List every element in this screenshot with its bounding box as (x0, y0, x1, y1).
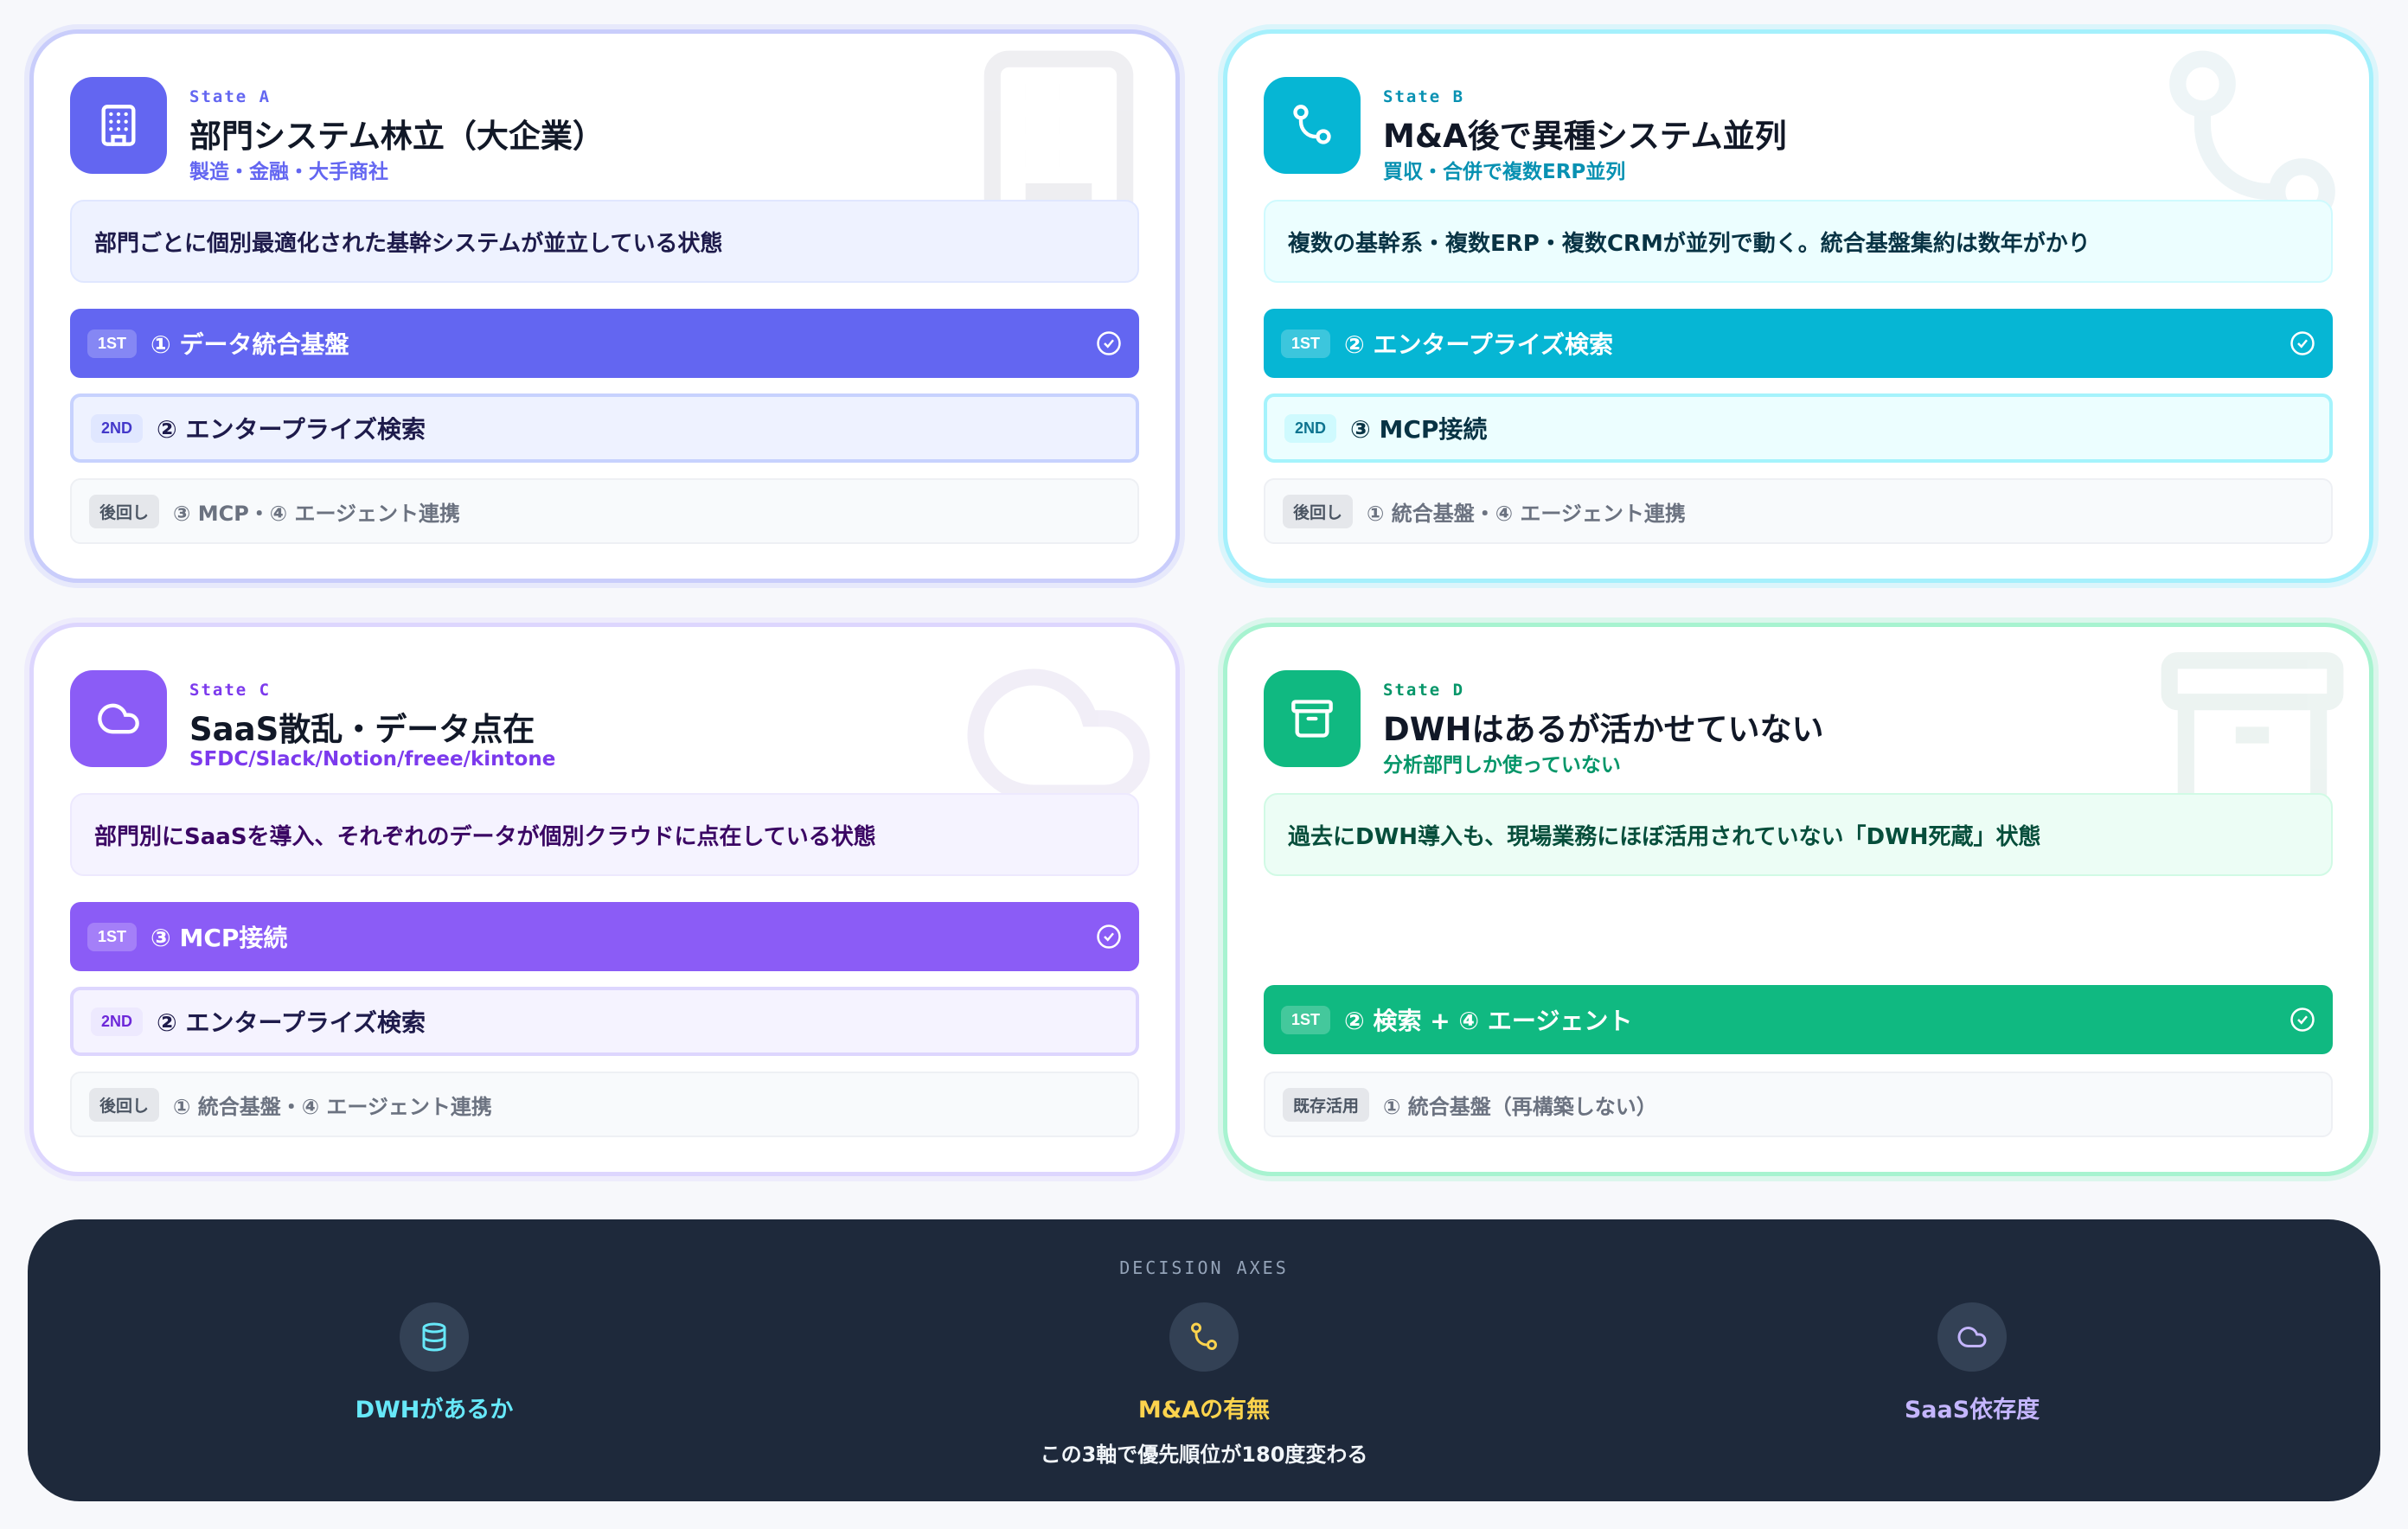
priority-label: ② 検索 + ④ エージェント (1344, 1007, 1633, 1035)
priority-badge: 2ND (91, 413, 144, 443)
priority-label: ① 統合基盤・④ エージェント連携 (173, 1094, 492, 1119)
priority-badge: 1ST (87, 329, 138, 358)
card-title: 部門システム林立（大企業） (189, 118, 605, 155)
card-description: 過去にDWH導入も、現場業務にほぼ活用されていない「DWH死蔵」状態 (1264, 793, 2333, 876)
priority-label: ② エンタープライズ検索 (157, 415, 426, 444)
axis-label: M&Aの有無 (1137, 1397, 1271, 1423)
card-subtitle: 買収・合併で複数ERP並列 (1383, 161, 1626, 183)
cloud-icon (70, 670, 167, 767)
priority-label: ③ MCP接続 (150, 924, 288, 952)
card-subtitle: SFDC/Slack/Notion/freee/kintone (189, 748, 556, 771)
priority-later-row[interactable]: 既存活用 ① 統合基盤（再構築しない） (1264, 1072, 2333, 1137)
priority-badge: 既存活用 (1283, 1087, 1370, 1122)
priority-first-row[interactable]: 1ST ② エンタープライズ検索 (1264, 309, 2333, 378)
priority-later-row[interactable]: 後回し ① 統合基盤・④ エージェント連携 (70, 1072, 1139, 1137)
check-circle-icon (1096, 330, 1122, 356)
state-d-card: State D DWHはあるが活かせていない 分析部門しか使っていない 過去にD… (1223, 623, 2373, 1176)
priority-second-row[interactable]: 2ND ③ MCP接続 (1264, 393, 2333, 463)
state-label: State A (189, 87, 272, 106)
priority-label: ① データ統合基盤 (150, 330, 349, 359)
priority-later-row[interactable]: 後回し ③ MCP・④ エージェント連携 (70, 478, 1139, 544)
state-label: State D (1383, 681, 1465, 700)
axis-ma: M&Aの有無 (1031, 1302, 1377, 1424)
building-icon (70, 77, 167, 174)
card-description: 部門ごとに個別最適化された基幹システムが並立している状態 (70, 200, 1139, 283)
git-merge-icon (1169, 1302, 1239, 1372)
priority-first-row[interactable]: 1ST ③ MCP接続 (70, 902, 1139, 971)
priority-badge: 後回し (89, 494, 160, 528)
card-title: SaaS散乱・データ点在 (189, 711, 535, 748)
priority-badge: 後回し (1283, 494, 1354, 528)
card-subtitle: 製造・金融・大手商社 (189, 161, 388, 183)
priority-label: ② エンタープライズ検索 (1344, 330, 1613, 359)
card-subtitle: 分析部門しか使っていない (1383, 754, 1621, 777)
priority-label: ② エンタープライズ検索 (157, 1008, 426, 1037)
check-circle-icon (1096, 924, 1122, 950)
axis-dwh: DWHがあるか (261, 1302, 607, 1424)
card-title: DWHはあるが活かせていない (1383, 711, 1824, 748)
priority-second-row[interactable]: 2ND ② エンタープライズ検索 (70, 987, 1139, 1056)
axis-saas: SaaS依存度 (1799, 1302, 2145, 1424)
priority-second-row[interactable]: 2ND ② エンタープライズ検索 (70, 393, 1139, 463)
axis-label: DWHがあるか (355, 1397, 514, 1423)
check-circle-icon (2290, 330, 2315, 356)
priority-badge: 2ND (1284, 413, 1337, 443)
priority-badge: 1ST (1281, 1005, 1331, 1034)
card-description: 部門別にSaaSを導入、それぞれのデータが個別クラウドに点在している状態 (70, 793, 1139, 876)
card-title: M&A後で異種システム並列 (1383, 118, 1787, 155)
state-label: State B (1383, 87, 1465, 106)
state-b-card: State B M&A後で異種システム並列 買収・合併で複数ERP並列 複数の基… (1223, 29, 2373, 583)
priority-label: ① 統合基盤（再構築しない） (1383, 1094, 1657, 1119)
database-icon (400, 1302, 469, 1372)
priority-badge: 後回し (89, 1087, 160, 1122)
axis-label: SaaS依存度 (1904, 1397, 2040, 1423)
priority-later-row[interactable]: 後回し ① 統合基盤・④ エージェント連携 (1264, 478, 2333, 544)
state-label: State C (189, 681, 272, 700)
card-description: 複数の基幹系・複数ERP・複数CRMが並列で動く。統合基盤集約は数年がかり (1264, 200, 2333, 283)
priority-badge: 1ST (87, 922, 138, 951)
priority-label: ③ MCP接続 (1350, 415, 1488, 444)
priority-first-row[interactable]: 1ST ② 検索 + ④ エージェント (1264, 985, 2333, 1054)
state-c-card: State C SaaS散乱・データ点在 SFDC/Slack/Notion/f… (29, 623, 1180, 1176)
priority-first-row[interactable]: 1ST ① データ統合基盤 (70, 309, 1139, 378)
archive-icon (1264, 670, 1361, 767)
check-circle-icon (2290, 1007, 2315, 1033)
git-merge-icon (1264, 77, 1361, 174)
decision-axes-title: DECISION AXES (1119, 1257, 1289, 1278)
cloud-icon (1937, 1302, 2007, 1372)
priority-badge: 1ST (1281, 329, 1331, 358)
priority-label: ① 統合基盤・④ エージェント連携 (1367, 501, 1686, 526)
decision-axes-footer: この3軸で優先順位が180度変わる (1040, 1443, 1368, 1467)
state-a-card: State A 部門システム林立（大企業） 製造・金融・大手商社 部門ごとに個別… (29, 29, 1180, 583)
priority-label: ③ MCP・④ エージェント連携 (173, 501, 460, 526)
priority-badge: 2ND (91, 1007, 144, 1036)
decision-axes-panel: DECISION AXES DWHがあるか M&Aの有無 SaaS依存度 この3… (28, 1219, 2380, 1501)
